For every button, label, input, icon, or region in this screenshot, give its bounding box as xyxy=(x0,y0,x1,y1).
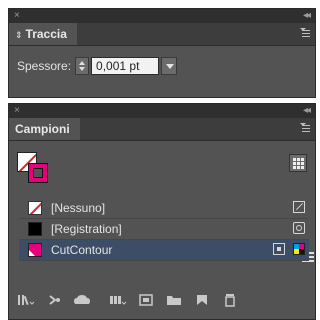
swatch-options-icon[interactable] xyxy=(137,293,155,307)
stroke-weight-stepper[interactable] xyxy=(75,57,90,75)
swatch-none-icon xyxy=(28,201,42,215)
panel-titlebar[interactable]: × ◂◂ xyxy=(9,104,315,118)
tab-traccia-label: Traccia xyxy=(25,27,67,41)
color-groups-icon[interactable] xyxy=(109,293,127,307)
swatch-name: [Registration] xyxy=(51,222,122,236)
new-swatch-icon[interactable] xyxy=(193,293,211,307)
expand-options-icon[interactable]: ⇕ xyxy=(15,30,23,40)
stroke-weight-label: Spessore: xyxy=(17,59,72,73)
close-icon[interactable]: × xyxy=(14,9,20,23)
tab-campioni[interactable]: Campioni xyxy=(9,118,80,140)
view-toggle xyxy=(289,154,314,262)
cc-libraries-icon[interactable] xyxy=(73,293,91,307)
swatch-magenta-icon xyxy=(28,243,42,257)
panel-menu-icon[interactable] xyxy=(300,28,310,40)
stroke-weight-row: Spessore: 0,001 pt xyxy=(17,55,178,77)
swatch-black-icon xyxy=(28,222,42,236)
stroke-panel-tabrow: ⇕ Traccia xyxy=(9,23,315,46)
swatch-name: [Nessuno] xyxy=(51,201,106,215)
swatch-libraries-icon[interactable] xyxy=(17,293,35,307)
collapse-icon[interactable]: ◂◂ xyxy=(303,104,311,118)
swatch-list: [Nessuno] [Registration] CutContour xyxy=(19,198,309,261)
trash-icon[interactable] xyxy=(221,293,239,307)
panel-menu-icon[interactable] xyxy=(300,123,310,135)
stroke-weight-input[interactable]: 0,001 pt xyxy=(91,57,160,75)
swatch-row-nessuno[interactable]: [Nessuno] xyxy=(19,198,309,219)
swatch-name: CutContour xyxy=(51,243,113,257)
swatch-row-cutcontour[interactable]: CutContour xyxy=(19,240,309,261)
collapse-icon[interactable]: ◂◂ xyxy=(303,9,311,23)
stepper-down-icon[interactable] xyxy=(79,67,86,71)
close-icon[interactable]: × xyxy=(14,104,20,118)
tab-campioni-label: Campioni xyxy=(15,122,70,136)
grid-view-icon[interactable] xyxy=(289,154,307,172)
swatches-panel-tabrow: Campioni xyxy=(9,118,315,141)
swatch-row-registration[interactable]: [Registration] xyxy=(19,219,309,240)
swatches-toolbar xyxy=(17,291,307,309)
new-folder-icon[interactable] xyxy=(165,293,183,307)
cmyk-mode-icon xyxy=(293,243,305,255)
stroke-panel: × ◂◂ ⇕ Traccia Spessore: 0,001 pt xyxy=(8,8,316,98)
tab-traccia[interactable]: ⇕ Traccia xyxy=(9,23,77,45)
swatches-panel: × ◂◂ Campioni [Nessuno] [Registration] C… xyxy=(8,103,316,320)
spot-color-icon xyxy=(273,243,285,255)
fill-stroke-selector[interactable] xyxy=(17,152,49,184)
stroke-weight-dropdown[interactable] xyxy=(161,57,178,75)
stroke-color-icon[interactable] xyxy=(28,163,48,183)
panel-titlebar[interactable]: × ◂◂ xyxy=(9,9,315,23)
registration-icon xyxy=(293,222,305,234)
stepper-up-icon[interactable] xyxy=(79,61,86,65)
non-editable-icon xyxy=(293,201,305,213)
swatch-kinds-icon[interactable] xyxy=(45,293,63,307)
